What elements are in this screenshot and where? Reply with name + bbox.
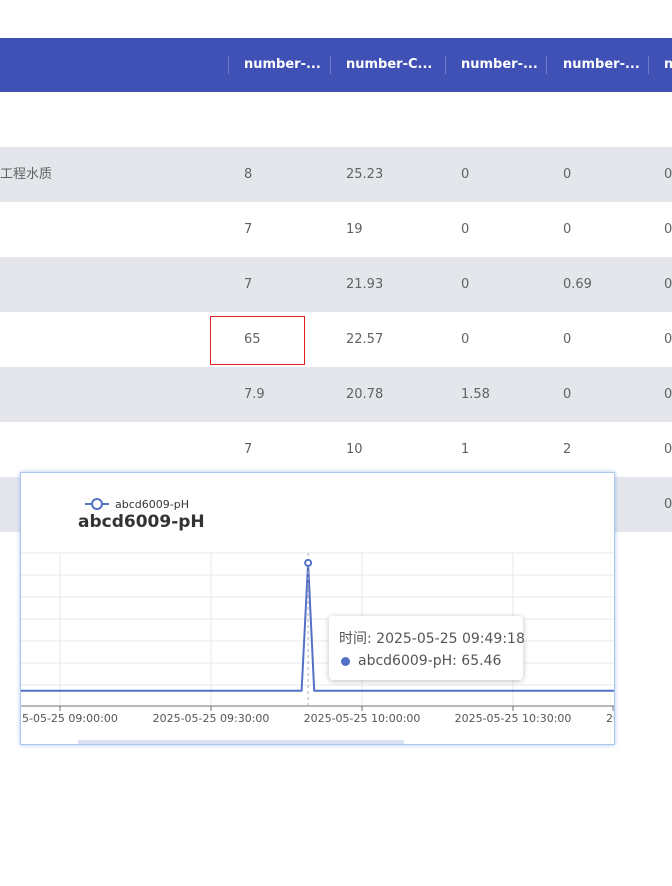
series-dot-icon [341, 656, 350, 666]
column-header-2[interactable]: number-C... [346, 38, 438, 92]
column-header-5[interactable]: n [664, 38, 672, 92]
table-row[interactable] [0, 92, 672, 147]
table-cell: 0 [563, 167, 572, 182]
table-cell: 0 [563, 387, 572, 402]
table-cell: 0 [664, 277, 672, 292]
chart-title: abcd6009-pH [78, 512, 205, 532]
table-cell: 0 [664, 497, 672, 512]
table-cell: 22.57 [346, 332, 384, 347]
table-cell: 7 [244, 277, 253, 292]
x-tick-label: 5-05-25 09:00:00 [22, 712, 118, 725]
table-cell: 0 [563, 222, 572, 237]
table-cell: 0 [461, 167, 470, 182]
table-cell: 0 [461, 222, 470, 237]
column-header-1[interactable]: number-... [244, 38, 324, 92]
header-separator [330, 56, 331, 74]
series-group [21, 553, 614, 706]
table-row[interactable]: 7.9 20.78 1.58 0 0 [0, 367, 672, 422]
table-cell: 0 [664, 167, 672, 182]
table-cell: 1.58 [461, 387, 490, 402]
table-cell: 0 [664, 222, 672, 237]
table-cell: 7 [244, 442, 253, 457]
series-line [21, 561, 614, 692]
x-tick-label: 20 [606, 712, 615, 725]
table-cell: 19 [346, 222, 363, 237]
header-separator [228, 56, 229, 74]
legend-label[interactable]: abcd6009-pH [115, 498, 189, 511]
tooltip-value: abcd6009-pH: 65.46 [358, 653, 502, 669]
header-separator [546, 56, 547, 74]
table-row[interactable]: 65 22.57 0 0 0 [0, 312, 672, 367]
table-cell: 0 [664, 442, 672, 457]
column-header-4[interactable]: number-... [563, 38, 643, 92]
tooltip-value-row: abcd6009-pH: 65.46 [339, 650, 513, 672]
table-row[interactable]: 7 19 0 0 0 [0, 202, 672, 257]
chart-grid [21, 552, 614, 706]
chart-tooltip: 时间: 2025-05-25 09:49:18 abcd6009-pH: 65.… [329, 616, 525, 680]
chart-popover[interactable]: abcd6009-pH abcd6009-pH 5-05-25 09:00:00… [20, 472, 615, 745]
table-cell: 0.69 [563, 277, 592, 292]
table-cell: 25.23 [346, 167, 384, 182]
table-cell: 0 [664, 332, 672, 347]
header-separator [445, 56, 446, 74]
table-cell: 0 [461, 277, 470, 292]
x-tick-label: 2025-05-25 10:30:00 [455, 712, 572, 725]
table-cell: 7.9 [244, 387, 265, 402]
table-cell: 8 [244, 167, 253, 182]
table-cell: 7 [244, 222, 253, 237]
table-row[interactable]: 工程水质 8 25.23 0 0 0 [0, 147, 672, 202]
legend-marker-icon [91, 498, 103, 510]
table-cell: 0 [461, 332, 470, 347]
cell-highlight-box [210, 316, 305, 365]
x-tick-label: 2025-05-25 09:30:00 [153, 712, 270, 725]
table-cell: 10 [346, 442, 363, 457]
header-separator [648, 56, 649, 74]
table-cell: 0 [664, 387, 672, 402]
row-label: 工程水质 [0, 167, 53, 182]
table-header: number-... number-C... number-... number… [0, 38, 672, 92]
x-tick-label: 2025-05-25 10:00:00 [304, 712, 421, 725]
x-axis: 5-05-25 09:00:00 2025-05-25 09:30:00 2025-… [22, 706, 615, 725]
table-cell: 1 [461, 442, 470, 457]
table-row[interactable]: 7 21.93 0 0.69 0 [0, 257, 672, 312]
data-zoom-slider[interactable] [78, 740, 404, 744]
line-chart: abcd6009-pH abcd6009-pH 5-05-25 09:00:00… [21, 498, 615, 725]
table-row[interactable]: 7 10 1 2 0 [0, 422, 672, 477]
data-point [304, 558, 313, 567]
table-cell: 0 [563, 332, 572, 347]
table-cell: 21.93 [346, 277, 384, 292]
table-cell: 20.78 [346, 387, 384, 402]
column-header-3[interactable]: number-... [461, 38, 541, 92]
table-cell: 2 [563, 442, 572, 457]
tooltip-time: 时间: 2025-05-25 09:49:18 [339, 631, 525, 647]
